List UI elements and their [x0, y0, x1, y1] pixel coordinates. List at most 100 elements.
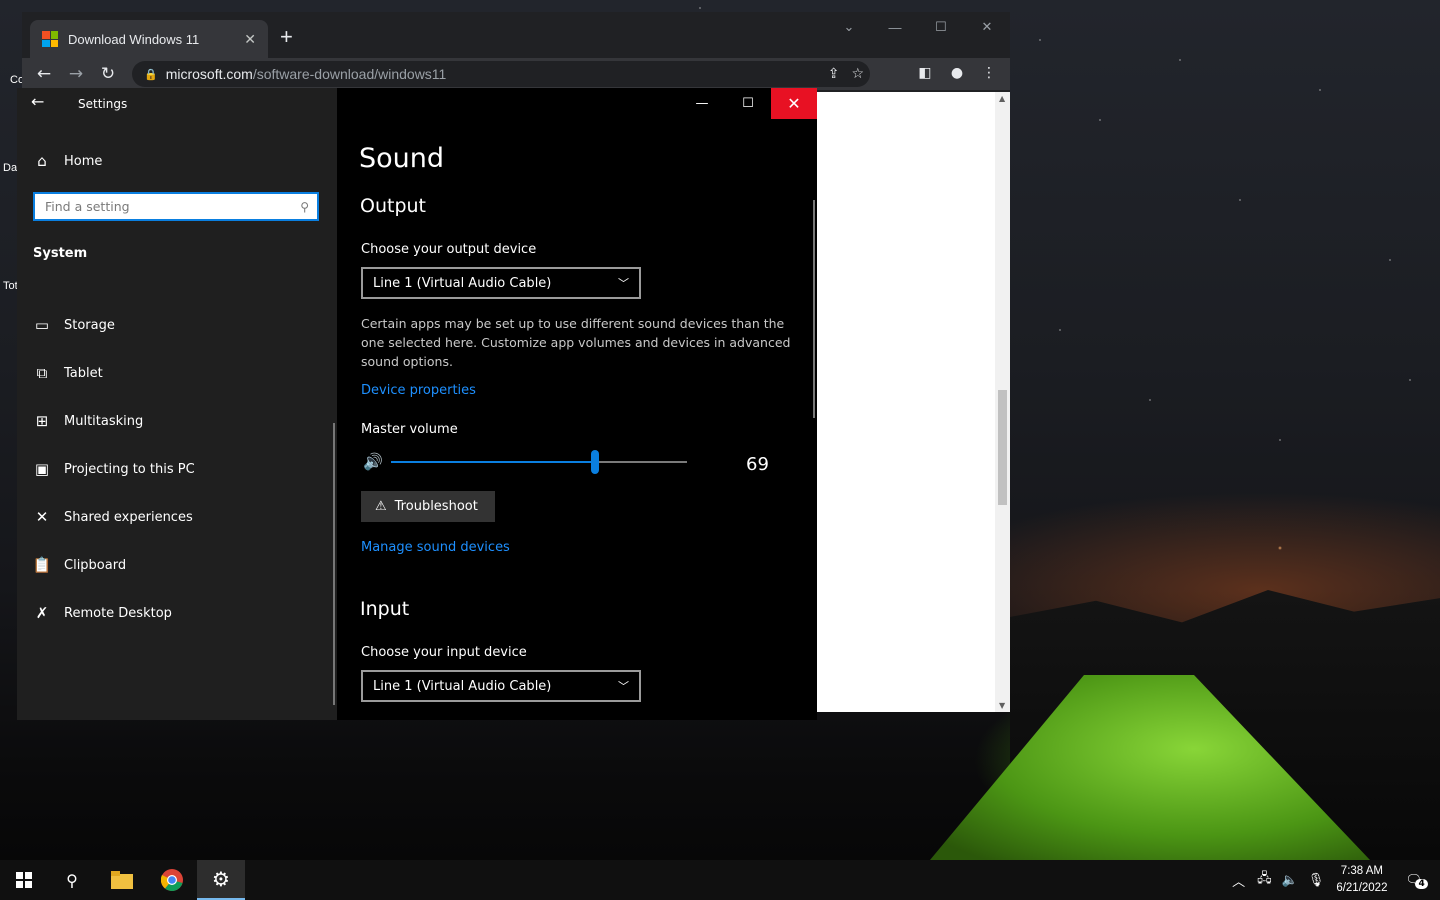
input-device-dropdown[interactable]: Line 1 (Virtual Audio Cable) ﹀: [361, 670, 641, 702]
sidebar-item-tablet[interactable]: ⧉ Tablet: [17, 353, 337, 393]
volume-slider-thumb[interactable]: [591, 450, 600, 474]
desktop-icon-label[interactable]: Da: [3, 162, 17, 174]
address-bar[interactable]: 🔒 microsoft.com/software-download/window…: [132, 61, 870, 87]
search-input[interactable]: [43, 198, 301, 215]
maximize-icon[interactable]: ☐: [725, 88, 771, 119]
settings-sidebar: ← Settings ⌂ Home ⚲ System ▭ Storage ⧉ T…: [17, 88, 337, 720]
sidebar-item-projecting[interactable]: ▣ Projecting to this PC: [17, 449, 337, 489]
settings-window-controls: — ☐ ✕: [679, 88, 817, 119]
sidebar-item-storage[interactable]: ▭ Storage: [17, 305, 337, 345]
browser-tab[interactable]: Download Windows 11 ✕: [30, 20, 268, 58]
microphone-icon[interactable]: 🎙: [1308, 873, 1325, 888]
home-icon: ⌂: [37, 152, 47, 170]
troubleshoot-button[interactable]: ⚠ Troubleshoot: [361, 491, 495, 522]
multitasking-icon: ⊞: [35, 412, 49, 430]
menu-kebab-icon[interactable]: ⋮: [978, 62, 1000, 84]
content-scrollbar[interactable]: [813, 200, 815, 418]
file-explorer-icon[interactable]: [98, 860, 146, 900]
sidebar-item-label: Clipboard: [64, 557, 127, 573]
manage-sound-devices-link[interactable]: Manage sound devices: [361, 540, 510, 555]
start-button[interactable]: [0, 860, 48, 900]
system-tray: ︿ 🖧 🔈 🎙 7:38 AM 6/21/2022 🗨 4: [1232, 860, 1440, 900]
master-volume-label: Master volume: [361, 422, 458, 437]
desktop-icon-label[interactable]: Tot: [3, 280, 18, 292]
scrollbar-thumb[interactable]: [998, 390, 1007, 505]
search-box[interactable]: ⚲: [33, 192, 319, 221]
reload-icon[interactable]: ↻: [92, 60, 124, 88]
folder-icon: [111, 871, 133, 889]
sound-settings-content: — ☐ ✕ Sound Output Choose your output de…: [337, 88, 817, 720]
tab-close-icon[interactable]: ✕: [244, 31, 256, 48]
minimize-icon[interactable]: —: [872, 12, 918, 42]
sidebar-item-remote-desktop[interactable]: ✗ Remote Desktop: [17, 593, 337, 633]
back-arrow-icon[interactable]: ←: [28, 60, 60, 88]
page-scrollbar[interactable]: ▲ ▼: [995, 92, 1010, 712]
volume-icon[interactable]: 🔈: [1282, 873, 1298, 888]
scroll-down-icon[interactable]: ▼: [999, 701, 1005, 710]
close-icon[interactable]: ✕: [964, 12, 1010, 42]
taskbar-clock[interactable]: 7:38 AM 6/21/2022: [1336, 863, 1387, 897]
settings-window: ← Settings ⌂ Home ⚲ System ▭ Storage ⧉ T…: [17, 88, 817, 720]
sidebar-item-label: Shared experiences: [64, 509, 193, 525]
web-page-content: [817, 92, 997, 712]
windows-logo-icon: [16, 872, 32, 888]
sidebar-item-label: Tablet: [64, 365, 103, 381]
output-device-dropdown[interactable]: Line 1 (Virtual Audio Cable) ﹀: [361, 267, 641, 299]
chevron-up-icon[interactable]: ︿: [1232, 871, 1245, 890]
projecting-icon: ▣: [34, 460, 50, 478]
master-volume-slider[interactable]: [391, 450, 687, 474]
close-icon[interactable]: ✕: [771, 88, 817, 119]
share-icon[interactable]: ⇪: [828, 66, 840, 82]
sidebar-item-multitasking[interactable]: ⊞ Multitasking: [17, 401, 337, 441]
clock-time: 7:38 AM: [1340, 865, 1383, 877]
sidebar-item-label: Multitasking: [64, 413, 144, 429]
search-icon[interactable]: ⚲: [48, 860, 96, 900]
url-path: /software-download/windows11: [252, 66, 447, 82]
minimize-icon[interactable]: —: [679, 88, 725, 119]
sidebar-item-shared-experiences[interactable]: ✕ Shared experiences: [17, 497, 337, 537]
scroll-up-icon[interactable]: ▲: [999, 94, 1005, 103]
warning-icon: ⚠: [375, 499, 387, 514]
output-device-label: Choose your output device: [361, 242, 537, 257]
back-arrow-icon[interactable]: ←: [31, 92, 44, 111]
microsoft-logo-icon: [42, 31, 58, 47]
profile-icon[interactable]: ●: [946, 62, 968, 84]
section-heading: System: [33, 246, 88, 261]
speaker-icon[interactable]: 🔊: [363, 452, 383, 471]
sidebar-item-home[interactable]: ⌂ Home: [17, 141, 337, 181]
storage-icon: ▭: [34, 316, 50, 334]
browser-window-controls: ⌄ — ☐ ✕: [826, 12, 1010, 42]
page-title: Sound: [359, 143, 445, 174]
toolbar-right: ◧ ● ⋮: [914, 62, 1000, 84]
taskbar: ⚲ ⚙ ︿ 🖧 🔈 🎙 7:38 AM 6/21/2022 🗨 4: [0, 860, 1440, 900]
forward-arrow-icon[interactable]: →: [60, 60, 92, 88]
chrome-icon[interactable]: [148, 860, 196, 900]
settings-gear-icon[interactable]: ⚙: [197, 860, 245, 900]
network-icon[interactable]: 🖧: [1257, 869, 1272, 891]
chevron-down-icon: ﹀: [618, 277, 629, 290]
url-text: microsoft.com/software-download/windows1…: [166, 66, 447, 82]
volume-slider-fill: [391, 461, 596, 463]
lock-icon[interactable]: 🔒: [144, 68, 158, 81]
sidebar-scrollbar[interactable]: [333, 423, 335, 705]
browser-tab-title: Download Windows 11: [68, 31, 200, 47]
shared-experiences-icon: ✕: [35, 508, 49, 526]
output-heading: Output: [360, 195, 426, 217]
sidebar-item-label: Remote Desktop: [64, 605, 172, 621]
bookmark-star-icon[interactable]: ☆: [851, 66, 864, 82]
input-device-value: Line 1 (Virtual Audio Cable): [373, 678, 552, 694]
tab-search-icon[interactable]: ⌄: [826, 12, 872, 42]
maximize-icon[interactable]: ☐: [918, 12, 964, 42]
troubleshoot-label: Troubleshoot: [394, 499, 478, 514]
remote-desktop-icon: ✗: [35, 604, 49, 622]
omnibox-actions: ⇪ ☆: [828, 66, 864, 82]
chevron-down-icon: ﹀: [618, 680, 629, 693]
device-properties-link[interactable]: Device properties: [361, 383, 476, 398]
search-icon[interactable]: ⚲: [300, 200, 309, 214]
input-heading: Input: [360, 598, 410, 620]
notification-center-icon[interactable]: 🗨 4: [1405, 873, 1428, 889]
side-panel-icon[interactable]: ◧: [914, 62, 936, 84]
input-device-label: Choose your input device: [361, 645, 527, 660]
new-tab-button[interactable]: +: [280, 26, 293, 48]
sidebar-item-clipboard[interactable]: 📋 Clipboard: [17, 545, 337, 585]
